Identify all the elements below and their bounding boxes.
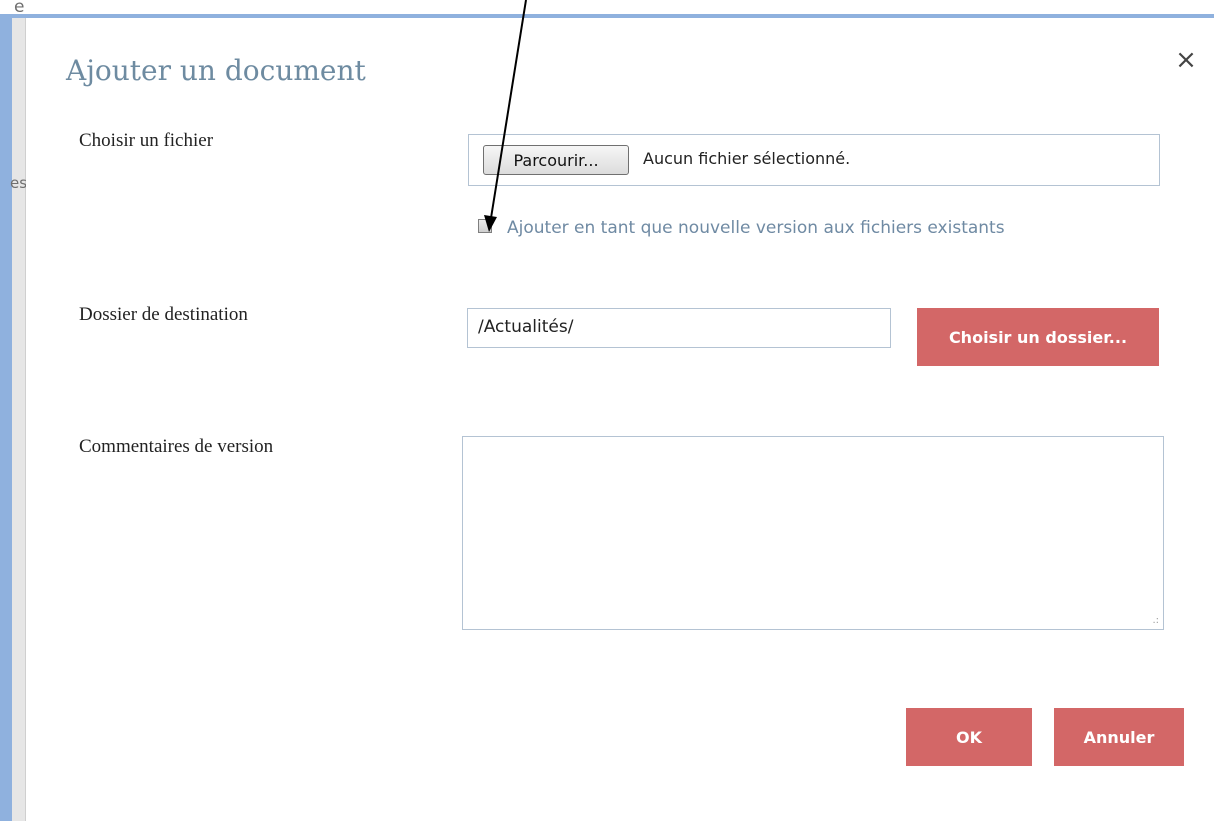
- browse-button[interactable]: Parcourir...: [483, 145, 629, 175]
- background-text-fragment-left: es: [10, 174, 28, 192]
- file-input[interactable]: Parcourir... Aucun fichier sélectionné.: [468, 134, 1160, 186]
- dialog-frame-left: [0, 14, 12, 821]
- version-comments-textarea[interactable]: .:: [462, 436, 1164, 630]
- choose-file-label: Choisir un fichier: [79, 130, 214, 151]
- close-icon[interactable]: ×: [1172, 44, 1200, 76]
- dialog-inner-border: [12, 18, 26, 821]
- new-version-label[interactable]: Ajouter en tant que nouvelle version aux…: [507, 218, 1005, 238]
- ok-button[interactable]: OK: [906, 708, 1032, 766]
- destination-folder-label: Dossier de destination: [79, 304, 248, 325]
- add-document-dialog: Ajouter un document × Choisir un fichier…: [26, 18, 1214, 821]
- choose-folder-button[interactable]: Choisir un dossier...: [917, 308, 1159, 366]
- cancel-button[interactable]: Annuler: [1054, 708, 1184, 766]
- file-status-text: Aucun fichier sélectionné.: [643, 149, 851, 168]
- destination-folder-input[interactable]: /Actualités/: [467, 308, 891, 348]
- page-background-top: [0, 0, 1214, 14]
- version-comments-label: Commentaires de version: [79, 436, 274, 457]
- dialog-title: Ajouter un document: [66, 54, 366, 87]
- resize-grip-icon[interactable]: .:: [1152, 616, 1159, 626]
- new-version-checkbox[interactable]: [478, 219, 492, 233]
